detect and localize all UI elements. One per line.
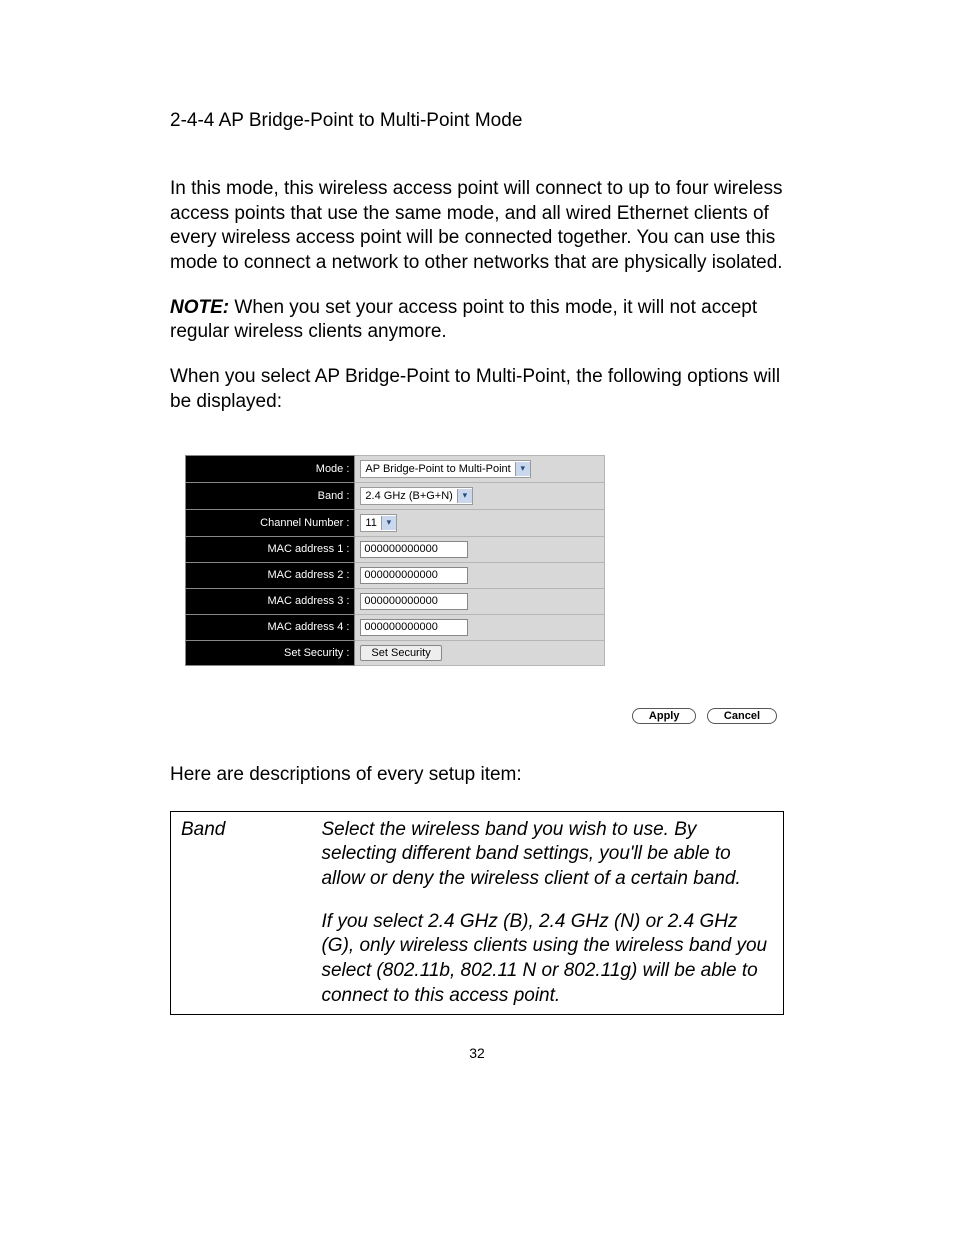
channel-select-value: 11 xyxy=(361,517,380,529)
desc-def-p1: Select the wireless band you wish to use… xyxy=(321,818,773,892)
intro-paragraph: In this mode, this wireless access point… xyxy=(170,177,784,276)
set-security-button[interactable]: Set Security xyxy=(360,645,441,661)
note-text: When you set your access point to this m… xyxy=(170,297,757,343)
channel-select[interactable]: 11 ▾ xyxy=(360,514,396,532)
set-security-label: Set Security : xyxy=(186,640,355,665)
page-content: 2-4-4 AP Bridge-Point to Multi-Point Mod… xyxy=(0,0,954,1101)
description-table: Band Select the wireless band you wish t… xyxy=(170,811,784,1016)
desc-def-p2: If you select 2.4 GHz (B), 2.4 GHz (N) o… xyxy=(321,910,773,1009)
config-buttons: Apply Cancel xyxy=(170,706,782,724)
mac4-label: MAC address 4 : xyxy=(186,614,355,640)
config-table: Mode : AP Bridge-Point to Multi-Point ▾ … xyxy=(185,455,605,666)
chevron-down-icon: ▾ xyxy=(381,516,396,530)
section-title: 2-4-4 AP Bridge-Point to Multi-Point Mod… xyxy=(170,110,784,132)
cancel-button[interactable]: Cancel xyxy=(707,708,777,724)
mode-select-value: AP Bridge-Point to Multi-Point xyxy=(361,463,514,475)
mode-select[interactable]: AP Bridge-Point to Multi-Point ▾ xyxy=(360,460,530,478)
band-select[interactable]: 2.4 GHz (B+G+N) ▾ xyxy=(360,487,472,505)
desc-definition: Select the wireless band you wish to use… xyxy=(311,811,783,1015)
channel-label: Channel Number : xyxy=(186,509,355,536)
desc-term: Band xyxy=(171,811,312,1015)
note-paragraph: NOTE: When you set your access point to … xyxy=(170,296,784,345)
mac3-input[interactable]: 000000000000 xyxy=(360,593,468,610)
page-number: 32 xyxy=(170,1045,784,1061)
mac2-label: MAC address 2 : xyxy=(186,562,355,588)
description-intro: Here are descriptions of every setup ite… xyxy=(170,764,784,786)
band-select-value: 2.4 GHz (B+G+N) xyxy=(361,490,456,502)
mac1-input[interactable]: 000000000000 xyxy=(360,541,468,558)
apply-button[interactable]: Apply xyxy=(632,708,697,724)
chevron-down-icon: ▾ xyxy=(515,462,530,476)
band-label: Band : xyxy=(186,482,355,509)
mac2-input[interactable]: 000000000000 xyxy=(360,567,468,584)
note-label: NOTE: xyxy=(170,297,229,318)
chevron-down-icon: ▾ xyxy=(457,489,472,503)
mode-label: Mode : xyxy=(186,455,355,482)
mac1-label: MAC address 1 : xyxy=(186,536,355,562)
options-intro: When you select AP Bridge-Point to Multi… xyxy=(170,365,784,414)
mac4-input[interactable]: 000000000000 xyxy=(360,619,468,636)
config-panel: Mode : AP Bridge-Point to Multi-Point ▾ … xyxy=(170,455,782,724)
mac3-label: MAC address 3 : xyxy=(186,588,355,614)
